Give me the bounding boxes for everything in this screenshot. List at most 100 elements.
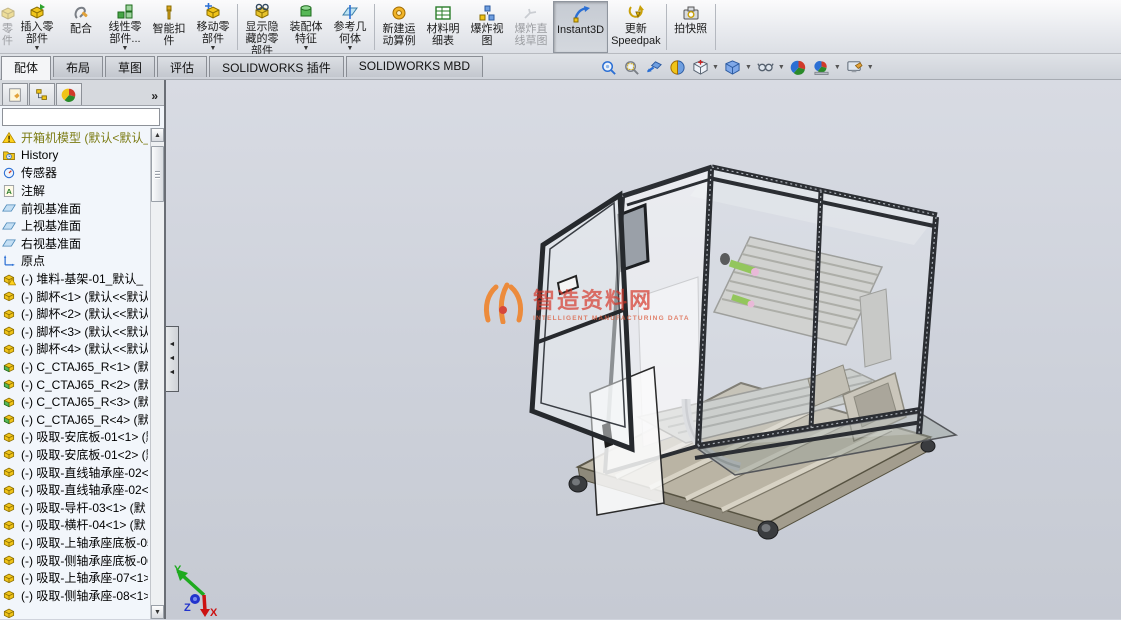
section-view-icon[interactable] [667,57,687,77]
scroll-down-arrow[interactable]: ▼ [151,605,164,619]
toolbar-button-instant3d[interactable]: Instant3D [553,1,608,53]
tree-item[interactable]: (-) C_CTAJ65_R<3> (默认 [0,393,148,411]
tree-item[interactable]: A 注解 [0,182,148,200]
tree-scrollbar[interactable]: ▲ ▼ [150,128,164,619]
tree-item[interactable]: (-) 堆料-基架-01_默认_ [0,270,148,288]
tree-item[interactable] [0,604,148,619]
tree-item-label: (-) C_CTAJ65_R<4> (默认 [21,411,148,428]
hide-show-items-icon[interactable] [756,57,776,77]
dropdown-arrow-icon[interactable]: ▼ [834,64,841,71]
tree-item[interactable]: (-) 脚杯<3> (默认<<默认 [0,323,148,341]
part-icon [2,588,17,602]
tree-item[interactable]: (-) 吸取-横杆-04<1> (默 [0,516,148,534]
origin-icon [2,254,17,268]
commandmanager-tab[interactable]: 评估 [157,56,207,77]
displaymanager-tab[interactable] [56,83,82,105]
annotations-icon: A [2,184,17,198]
previous-view-icon[interactable] [644,57,664,77]
toolbar-button-label: 新建运动算例 [383,23,416,47]
toolbar-separator [715,4,716,50]
toolbar-button-assembly-feature[interactable]: 装配体特征▼ [284,1,328,53]
tree-item[interactable]: 传感器 [0,164,148,182]
tree-item[interactable]: (-) 吸取-上轴承座-07<1> [0,569,148,587]
toolbar-button-label: 线性零部件... [109,21,142,45]
zoom-area-icon[interactable] [621,57,641,77]
dropdown-arrow-icon[interactable]: ▼ [712,64,719,71]
toolbar-button-linear-pattern[interactable]: 线性零部件...▼ [103,1,147,53]
toolbar-button-smart-fastener[interactable]: 智能扣件 [147,1,191,53]
tree-item[interactable]: 原点 [0,252,148,270]
bom-icon [434,3,452,23]
dropdown-arrow-icon[interactable]: ▼ [122,45,129,54]
dropdown-arrow-icon[interactable]: ▼ [34,45,41,54]
tree-item-label: (-) 吸取-上轴承座-07<1> [21,569,148,586]
tree-item[interactable]: (-) C_CTAJ65_R<4> (默认 [0,411,148,429]
motion-study-icon [390,3,408,23]
scroll-up-arrow[interactable]: ▲ [151,128,164,142]
toolbar-button-label: 插入零部件 [21,21,54,45]
tree-item[interactable]: (-) 吸取-直线轴承座-02<1 [0,463,148,481]
commandmanager-tab[interactable]: SOLIDWORKS 插件 [209,56,344,77]
dropdown-arrow-icon[interactable]: ▼ [745,64,752,71]
toolbar-button-exploded-view[interactable]: 爆炸视图 [465,1,509,53]
tree-item[interactable]: (-) C_CTAJ65_R<1> (默认 [0,358,148,376]
tree-item[interactable]: (-) 吸取-侧轴承座-08<1> [0,586,148,604]
toolbar-button-label: 材料明细表 [427,23,460,47]
toolbar-button-bom[interactable]: 材料明细表 [421,1,465,53]
tree-item[interactable]: History [0,147,148,165]
tree-item[interactable]: (-) 吸取-直线轴承座-02<2 [0,481,148,499]
zoom-fit-icon[interactable] [598,57,618,77]
toolbar-button-ref-geometry[interactable]: 参考几何体▼ [328,1,372,53]
tree-item-label: (-) 脚杯<1> (默认<<默认 [21,288,148,305]
tree-item-label: (-) 脚杯<2> (默认<<默认 [21,305,148,322]
dropdown-arrow-icon[interactable]: ▼ [303,45,310,54]
tree-item[interactable]: 开箱机模型 (默认<默认_显 [0,129,148,147]
dropdown-arrow-icon[interactable]: ▼ [347,45,354,54]
commandmanager-tab[interactable]: 配体 [1,56,51,80]
configurationmanager-tab[interactable] [29,83,55,105]
toolbar-button-motion-study[interactable]: 新建运动算例 [377,1,421,53]
tree-item-label: 注解 [21,182,45,199]
part-icon [2,535,17,549]
toolbar-button-insert-part[interactable]: 插入零部件▼ [15,1,59,53]
dropdown-arrow-icon[interactable]: ▼ [778,64,785,71]
featuremanager-tab[interactable] [2,83,28,105]
toolbar-button-show-hidden[interactable]: 显示隐藏的零部件 [240,1,284,53]
toolbar-button-speedpak[interactable]: 更新Speedpak [608,1,664,53]
graphics-viewport[interactable]: ◄◄◄ [166,80,1121,619]
tree-item[interactable]: (-) 吸取-导杆-03<1> (默 [0,498,148,516]
display-style-icon[interactable] [723,57,743,77]
model-3d-box-opening-machine [166,80,1119,617]
edit-appearance-icon[interactable] [789,57,809,77]
tree-item-label: (-) 堆料-基架-01_默认_ [21,270,143,287]
view-settings-icon[interactable] [845,57,865,77]
tree-item[interactable]: (-) 脚杯<4> (默认<<默认 [0,340,148,358]
part-icon [2,447,17,461]
commandmanager-tab[interactable]: 草图 [105,56,155,77]
tree-item-label: (-) 吸取-侧轴承座底板-06 [21,552,148,569]
commandmanager-tab[interactable]: 布局 [53,56,103,77]
tree-item[interactable]: (-) 吸取-侧轴承座底板-06 [0,551,148,569]
panel-expand-chevron[interactable]: » [151,89,162,105]
toolbar-button-mate[interactable]: 配合 [59,1,103,53]
tree-item[interactable]: (-) C_CTAJ65_R<2> (默认 [0,375,148,393]
tree-item[interactable]: (-) 脚杯<1> (默认<<默认 [0,287,148,305]
tree-item[interactable]: (-) 脚杯<2> (默认<<默认 [0,305,148,323]
tree-item[interactable]: (-) 吸取-上轴承座底板-05 [0,534,148,552]
tree-item[interactable]: 上视基准面 [0,217,148,235]
apply-scene-icon[interactable] [812,57,832,77]
toolbar-button-snapshot[interactable]: 拍快照 [669,1,713,53]
view-orientation-icon[interactable] [690,57,710,77]
part-green-icon [2,377,17,391]
explode-sketch-icon [522,3,540,23]
dropdown-arrow-icon[interactable]: ▼ [867,64,874,71]
commandmanager-tab[interactable]: SOLIDWORKS MBD [346,56,483,77]
tree-item[interactable]: 右视基准面 [0,235,148,253]
tree-item[interactable]: (-) 吸取-安底板-01<2> (默 [0,446,148,464]
tree-filter-input[interactable] [2,108,160,126]
dropdown-arrow-icon[interactable]: ▼ [210,45,217,54]
toolbar-button-move-part[interactable]: 移动零部件▼ [191,1,235,53]
tree-item[interactable]: (-) 吸取-安底板-01<1> (默 [0,428,148,446]
tree-item[interactable]: 前视基准面 [0,199,148,217]
scrollbar-thumb[interactable] [151,146,164,202]
